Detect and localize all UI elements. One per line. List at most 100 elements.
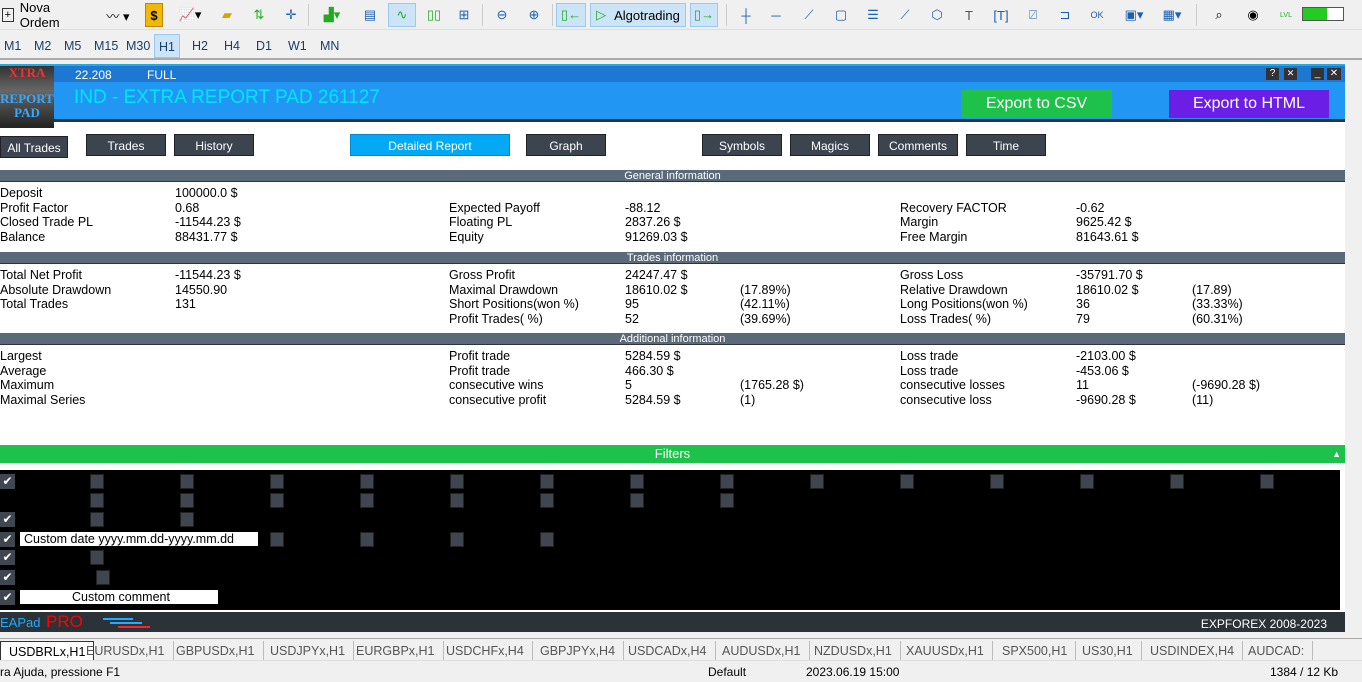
vertical-line-icon[interactable]: ┼ (736, 3, 756, 27)
filter-toggle[interactable] (90, 550, 104, 565)
filter-toggle[interactable] (360, 474, 374, 489)
timeframe-m15[interactable]: M15 (90, 34, 122, 58)
filter-toggle[interactable] (90, 512, 104, 527)
filter-checkbox[interactable]: ✔ (0, 550, 15, 565)
help-icon[interactable]: ? (1266, 68, 1279, 80)
chart-tab[interactable]: USDJPYx,H1 (262, 641, 355, 661)
filter-toggle[interactable] (90, 493, 104, 508)
filter-checkbox[interactable]: ✔ (0, 532, 15, 547)
timeframe-h4[interactable]: H4 (220, 34, 244, 58)
chart-tab[interactable]: US30,H1 (1074, 641, 1142, 661)
nav-history[interactable]: History (174, 134, 254, 156)
zoom-out-icon[interactable]: ⊖ (490, 3, 514, 27)
chart-tab[interactable]: USDCADx,H4 (620, 641, 716, 661)
line-mode-icon[interactable]: ∿ (388, 3, 416, 27)
filter-checkbox[interactable]: ✔ (0, 590, 15, 605)
new-order-button[interactable]: + Nova Ordem (2, 0, 92, 30)
timeframe-m5[interactable]: M5 (60, 34, 85, 58)
bar-chart-dropdown[interactable]: ▟▾ (314, 3, 350, 27)
autoscroll-icon[interactable]: ▯→ (690, 3, 718, 27)
chart-tab[interactable]: USDINDEX,H4 (1142, 641, 1244, 661)
filter-toggle[interactable] (900, 474, 914, 489)
image-dropdown[interactable]: ▣▾ (1116, 3, 1152, 27)
indicators-dropdown[interactable]: 📈▾ (172, 3, 208, 27)
filter-toggle[interactable] (270, 493, 284, 508)
filter-toggle[interactable] (180, 474, 194, 489)
timeframe-m1[interactable]: M1 (0, 34, 25, 58)
nav-detailed-report[interactable]: Detailed Report (350, 134, 510, 156)
timeframe-h2[interactable]: H2 (188, 34, 212, 58)
filter-toggle[interactable] (630, 474, 644, 489)
filter-toggle[interactable] (1080, 474, 1094, 489)
zoom-in-icon[interactable]: ⊕ (522, 3, 546, 27)
chart-tab[interactable]: GBPJPYx,H4 (532, 641, 625, 661)
folder-icon[interactable]: ▰ (216, 3, 238, 27)
filter-toggle[interactable] (630, 493, 644, 508)
trendline-icon[interactable]: ⟋ (798, 3, 820, 27)
chart-tab[interactable]: USDCHFx,H4 (438, 641, 533, 661)
filter-toggle[interactable] (810, 474, 824, 489)
timeframe-d1[interactable]: D1 (252, 34, 276, 58)
filter-checkbox[interactable]: ✔ (0, 474, 15, 489)
filter-toggle[interactable] (180, 512, 194, 527)
chart-tab[interactable]: AUDUSDx,H1 (714, 641, 810, 661)
filter-checkbox[interactable]: ✔ (0, 512, 15, 527)
chart-tab[interactable]: AUDCAD: (1240, 641, 1314, 661)
filter-toggle[interactable] (720, 493, 734, 508)
settings-icon[interactable]: ✕ (1284, 68, 1297, 80)
shapes-icon[interactable]: ⬡ (926, 3, 948, 27)
timeframe-mn[interactable]: MN (316, 34, 343, 58)
chart-tab[interactable]: EURGBPx,H1 (348, 641, 444, 661)
filter-toggle[interactable] (96, 570, 110, 585)
timeframe-h1[interactable]: H1 (154, 34, 180, 58)
filter-toggle[interactable] (540, 474, 554, 489)
filter-toggle[interactable] (540, 532, 554, 547)
filter-toggle[interactable] (90, 474, 104, 489)
nav-time[interactable]: Time (966, 134, 1046, 156)
filter-toggle[interactable] (270, 532, 284, 547)
price-label-icon[interactable]: ⊐ (1054, 3, 1076, 27)
export-csv-button[interactable]: Export to CSV (961, 90, 1112, 118)
template-icon[interactable]: ▤ (358, 3, 382, 27)
more-tools-dropdown[interactable]: ▦▾ (1154, 3, 1190, 27)
rectangle-icon[interactable]: ▢ (830, 3, 852, 27)
custom-comment-input[interactable]: Custom comment (20, 590, 218, 604)
horizontal-line-icon[interactable]: ─ (766, 3, 786, 27)
timeframe-w1[interactable]: W1 (284, 34, 311, 58)
chart-tab[interactable]: EURUSDx,H1 (78, 641, 174, 661)
text-icon[interactable]: T (958, 3, 980, 27)
shift-chart-icon[interactable]: ▯← (556, 3, 586, 27)
nav-magics[interactable]: Magics (790, 134, 870, 156)
channel-icon[interactable]: ⟋ (894, 3, 916, 27)
filter-toggle[interactable] (540, 493, 554, 508)
filter-toggle[interactable] (180, 493, 194, 508)
oscillator-icon[interactable]: ⍁ (1022, 3, 1044, 27)
timeframe-m30[interactable]: M30 (122, 34, 154, 58)
filter-toggle[interactable] (360, 493, 374, 508)
filter-toggle[interactable] (270, 474, 284, 489)
trade-arrows-icon[interactable]: ⇅ (248, 3, 270, 27)
export-html-button[interactable]: Export to HTML (1169, 90, 1329, 118)
chart-tab[interactable]: SPX500,H1 (994, 641, 1077, 661)
search-icon[interactable]: ⌕ (1208, 3, 1230, 27)
custom-date-input[interactable]: Custom date yyyy.mm.dd-yyyy.mm.dd (20, 532, 258, 546)
fibonacci-icon[interactable]: ☰ (862, 3, 884, 27)
account-icon[interactable]: ◉ (1242, 3, 1264, 27)
algotrading-button[interactable]: ▷ Algotrading (590, 3, 686, 27)
filter-toggle[interactable] (450, 493, 464, 508)
chart-tab[interactable]: XAUUSDx,H1 (898, 641, 993, 661)
filter-toggle[interactable] (720, 474, 734, 489)
filter-toggle[interactable] (360, 532, 374, 547)
nav-all-trades[interactable]: All Trades (0, 136, 68, 158)
dollar-icon[interactable]: $ (145, 3, 163, 27)
filter-checkbox[interactable]: ✔ (0, 570, 15, 585)
filter-toggle[interactable] (1260, 474, 1274, 489)
nav-comments[interactable]: Comments (878, 134, 958, 156)
filters-bar[interactable]: Filters ▲ (0, 445, 1345, 463)
text-label-icon[interactable]: [T] (990, 3, 1012, 27)
timeframe-m2[interactable]: M2 (30, 34, 55, 58)
minimize-icon[interactable]: _ (1311, 68, 1324, 80)
filter-toggle[interactable] (450, 474, 464, 489)
filter-toggle[interactable] (450, 532, 464, 547)
close-icon[interactable]: ✕ (1327, 68, 1341, 80)
